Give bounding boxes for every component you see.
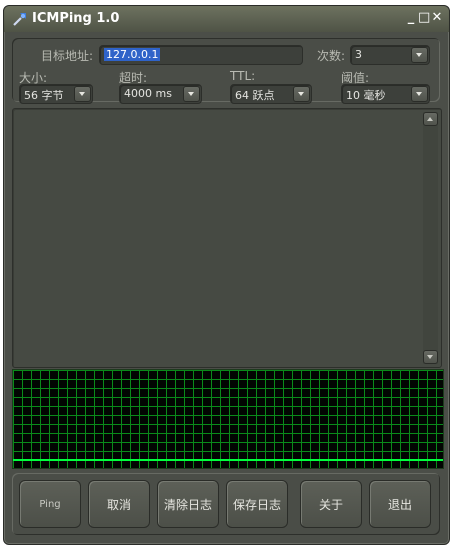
title-bar[interactable]: ICMPing 1.0 _ □ ✕ <box>4 6 449 32</box>
window-title: ICMPing 1.0 <box>32 11 120 26</box>
timeout-select[interactable]: 4000 ms <box>119 84 202 104</box>
settings-panel: 目标地址: 127.0.0.1 次数: 3 大小: 56 字节 超时: 4000… <box>12 38 440 104</box>
ttl-select[interactable]: 64 跃点 <box>230 84 312 104</box>
save-log-button[interactable]: 保存日志 <box>226 480 288 528</box>
vertical-scrollbar[interactable] <box>423 112 438 364</box>
ttl-value: 64 跃点 <box>235 89 275 102</box>
minimize-icon[interactable]: _ <box>405 10 417 26</box>
scroll-up-icon[interactable] <box>423 112 438 126</box>
log-area[interactable] <box>12 108 442 368</box>
timeout-value: 4000 ms <box>124 87 172 100</box>
chevron-down-icon[interactable] <box>74 86 91 102</box>
scroll-down-icon[interactable] <box>423 350 438 364</box>
maximize-icon[interactable]: □ <box>418 10 430 26</box>
ttl-label: TTL: <box>230 69 256 83</box>
target-input[interactable]: 127.0.0.1 <box>99 45 303 65</box>
exit-button[interactable]: 退出 <box>369 480 431 528</box>
graph-baseline <box>13 459 443 461</box>
size-select[interactable]: 56 字节 <box>19 84 93 104</box>
count-value: 3 <box>355 48 362 61</box>
chevron-down-icon[interactable] <box>183 86 200 102</box>
threshold-value: 10 毫秒 <box>346 89 386 102</box>
ping-button[interactable]: Ping <box>19 480 81 528</box>
ping-graph <box>12 369 444 469</box>
chevron-down-icon[interactable] <box>411 47 428 63</box>
about-button[interactable]: 关于 <box>300 480 362 528</box>
app-window: ICMPing 1.0 _ □ ✕ 目标地址: 127.0.0.1 次数: 3 … <box>3 5 450 545</box>
app-icon <box>13 13 26 26</box>
clear-log-button[interactable]: 清除日志 <box>157 480 219 528</box>
close-icon[interactable]: ✕ <box>431 10 443 26</box>
chevron-down-icon[interactable] <box>293 86 310 102</box>
button-bar: Ping 取消 清除日志 保存日志 关于 退出 <box>12 473 440 535</box>
size-value: 56 字节 <box>24 89 64 102</box>
target-label: 目标地址: <box>41 49 94 63</box>
count-label: 次数: <box>317 49 346 63</box>
threshold-select[interactable]: 10 毫秒 <box>341 84 430 104</box>
chevron-down-icon[interactable] <box>411 86 428 102</box>
count-select[interactable]: 3 <box>350 45 430 65</box>
cancel-button[interactable]: 取消 <box>88 480 150 528</box>
target-value: 127.0.0.1 <box>104 48 161 61</box>
